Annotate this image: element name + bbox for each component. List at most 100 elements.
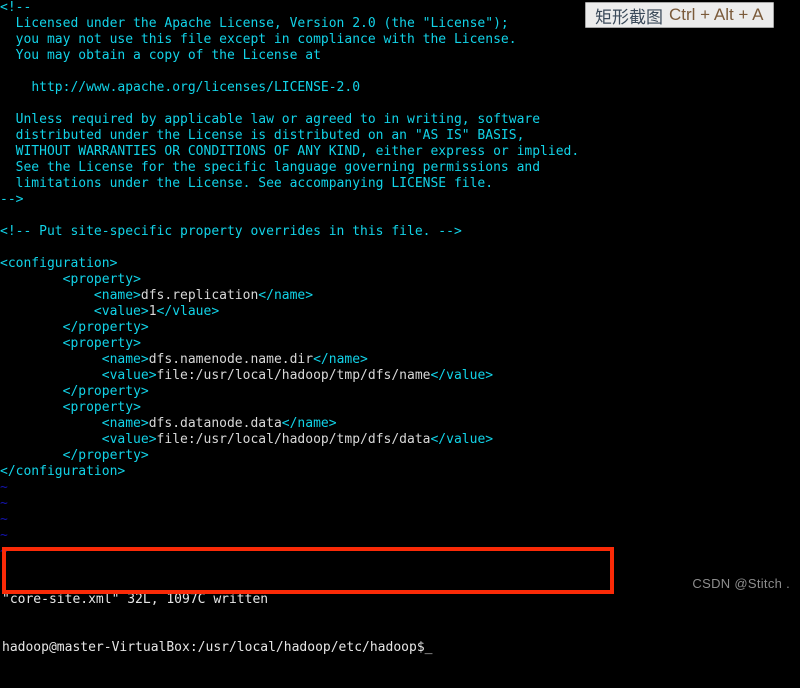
editor-line: <name>dfs.namenode.name.dir</name>: [0, 352, 800, 368]
editor-line: <name>dfs.replication</name>: [0, 288, 800, 304]
editor-line: <property>: [0, 400, 800, 416]
xml-token: You may obtain a copy of the License at: [15, 48, 321, 63]
editor-line: ~: [0, 528, 800, 544]
xml-token: </value>: [430, 368, 494, 383]
xml-token: <property>: [62, 400, 141, 415]
vim-empty-line-marker: ~: [0, 496, 8, 511]
editor-line: ~: [0, 480, 800, 496]
xml-text-value: dfs.datanode.data: [148, 416, 282, 431]
xml-text-value: 1: [148, 304, 157, 319]
xml-token: </name>: [281, 416, 337, 431]
xml-text-value: file:/usr/local/hadoop/tmp/dfs/data: [156, 432, 431, 447]
screenshot-tool-tooltip[interactable]: 矩形截图 Ctrl + Alt + A: [585, 2, 774, 28]
xml-token: See the License for the specific languag…: [15, 160, 541, 175]
editor-line: You may obtain a copy of the License at: [0, 48, 800, 64]
xml-token: <value>: [93, 304, 149, 319]
xml-token: <name>: [101, 416, 149, 431]
editor-line: Unless required by applicable law or agr…: [0, 112, 800, 128]
shell-prompt-line[interactable]: hadoop@master-VirtualBox:/usr/local/hado…: [0, 640, 800, 656]
terminal-window[interactable]: <!-- Licensed under the Apache License, …: [0, 0, 800, 655]
xml-text-value: dfs.namenode.name.dir: [148, 352, 314, 367]
editor-line: WITHOUT WARRANTIES OR CONDITIONS OF ANY …: [0, 144, 800, 160]
xml-token: <name>: [101, 352, 149, 367]
xml-token: </configuration>: [0, 464, 126, 479]
xml-token: Licensed under the Apache License, Versi…: [15, 16, 509, 31]
shell-prompt-text: hadoop@master-VirtualBox:/usr/local/hado…: [2, 640, 425, 655]
editor-line: <!-- Put site-specific property override…: [0, 224, 800, 240]
editor-line: <configuration>: [0, 256, 800, 272]
vim-empty-line-marker: ~: [0, 512, 8, 527]
xml-token: <property>: [62, 336, 141, 351]
xml-token: <property>: [62, 272, 141, 287]
csdn-watermark: CSDN @Stitch .: [692, 576, 790, 591]
xml-token: <value>: [101, 368, 157, 383]
xml-token: <value>: [101, 432, 157, 447]
vim-empty-line-marker: ~: [0, 544, 8, 559]
xml-token: </value>: [430, 432, 494, 447]
xml-token: Unless required by applicable law or agr…: [15, 112, 541, 127]
terminal-status-area: "core-site.xml" 32L, 1097C written hadoo…: [0, 560, 800, 655]
vim-text-buffer[interactable]: <!-- Licensed under the Apache License, …: [0, 0, 800, 560]
editor-line: ~: [0, 512, 800, 528]
editor-line: you may not use this file except in comp…: [0, 32, 800, 48]
editor-line: <name>dfs.datanode.data</name>: [0, 416, 800, 432]
xml-token: <name>: [93, 288, 141, 303]
xml-token: distributed under the License is distrib…: [15, 128, 525, 143]
xml-text-value: dfs.replication: [140, 288, 259, 303]
xml-token: -->: [0, 192, 24, 207]
editor-line: <property>: [0, 336, 800, 352]
editor-line: </property>: [0, 320, 800, 336]
xml-token: WITHOUT WARRANTIES OR CONDITIONS OF ANY …: [15, 144, 580, 159]
editor-line: </property>: [0, 384, 800, 400]
xml-token: <!--: [0, 0, 32, 15]
tooltip-shortcut-label: Ctrl + Alt + A: [669, 5, 764, 24]
editor-line: http://www.apache.org/licenses/LICENSE-2…: [0, 80, 800, 96]
xml-token: </property>: [62, 448, 149, 463]
xml-token: <!-- Put site-specific property override…: [0, 224, 462, 239]
xml-token: <configuration>: [0, 256, 118, 271]
vim-write-message: "core-site.xml" 32L, 1097C written: [2, 592, 269, 607]
editor-line: <value>file:/usr/local/hadoop/tmp/dfs/na…: [0, 368, 800, 384]
editor-line: <value>1</vlaue>: [0, 304, 800, 320]
editor-line: limitations under the License. See accom…: [0, 176, 800, 192]
xml-token: you may not use this file except in comp…: [15, 32, 517, 47]
vim-empty-line-marker: ~: [0, 480, 8, 495]
xml-token: </property>: [62, 320, 149, 335]
editor-line: <property>: [0, 272, 800, 288]
editor-line: <value>file:/usr/local/hadoop/tmp/dfs/da…: [0, 432, 800, 448]
editor-line: distributed under the License is distrib…: [0, 128, 800, 144]
xml-token: </property>: [62, 384, 149, 399]
xml-token: </name>: [258, 288, 314, 303]
xml-token: http://www.apache.org/licenses/LICENSE-2…: [31, 80, 361, 95]
xml-token: limitations under the License. See accom…: [15, 176, 494, 191]
xml-text-value: file:/usr/local/hadoop/tmp/dfs/name: [156, 368, 431, 383]
xml-token: </vlaue>: [156, 304, 220, 319]
xml-token: </name>: [313, 352, 368, 367]
editor-line: ~: [0, 496, 800, 512]
editor-line: ~: [0, 544, 800, 560]
